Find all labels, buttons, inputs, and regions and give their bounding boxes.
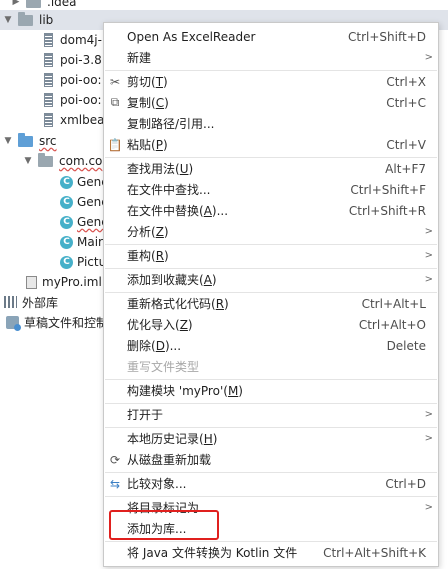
menu-item-cut[interactable]: ✂ 剪切(T) Ctrl+X bbox=[104, 71, 438, 92]
menu-item-compare-with[interactable]: ⇆ 比较对象... Ctrl+D bbox=[104, 473, 438, 494]
clipboard-icon: 📋 bbox=[107, 137, 123, 152]
jar-icon bbox=[44, 53, 53, 67]
menu-item-add-to-favorites[interactable]: 添加到收藏夹(A) > bbox=[104, 269, 438, 290]
class-icon: C bbox=[60, 215, 73, 229]
class-icon: C bbox=[60, 175, 73, 189]
chevron-right-icon: > bbox=[424, 274, 433, 285]
menu-item-new[interactable]: 新建 > bbox=[104, 47, 438, 68]
menu-item-copy[interactable]: ⧉ 复制(C) Ctrl+C bbox=[104, 92, 438, 113]
chevron-right-icon: > bbox=[424, 250, 433, 261]
highlight-box bbox=[109, 510, 219, 540]
scratches-icon bbox=[6, 315, 21, 331]
menu-item-override-file-type: 重写文件类型 bbox=[127, 360, 200, 374]
reload-icon: ⟳ bbox=[109, 452, 121, 467]
chevron-right-icon: > bbox=[424, 52, 433, 63]
menu-item-find-usages[interactable]: 查找用法(U) Alt+F7 bbox=[104, 158, 438, 179]
module-file-icon bbox=[26, 275, 37, 289]
compare-arrows-icon: ⇆ bbox=[109, 476, 121, 491]
menu-item-paste[interactable]: 📋 粘贴(P) Ctrl+V bbox=[104, 134, 438, 155]
menu-item-open-in[interactable]: 打开于 > bbox=[104, 404, 438, 425]
scissors-icon: ✂ bbox=[109, 74, 121, 89]
chevron-down-icon[interactable]: ▼ bbox=[2, 15, 14, 25]
context-menu: Open As ExcelReader Ctrl+Shift+D 新建 > ✂ … bbox=[103, 22, 439, 567]
libraries-icon bbox=[4, 296, 17, 308]
chevron-right-icon: > bbox=[424, 502, 433, 513]
jar-icon bbox=[44, 93, 53, 107]
source-folder-icon bbox=[18, 132, 33, 147]
menu-item-optimize-imports[interactable]: 优化导入(Z) Ctrl+Alt+O bbox=[104, 314, 438, 335]
class-icon: C bbox=[60, 255, 73, 269]
class-icon: C bbox=[60, 235, 73, 249]
menu-item-local-history[interactable]: 本地历史记录(H) > bbox=[104, 428, 438, 449]
menu-item-delete[interactable]: 删除(D)... Delete bbox=[104, 335, 438, 356]
jar-icon bbox=[44, 33, 53, 47]
jar-icon bbox=[44, 113, 53, 127]
menu-item-copy-path[interactable]: 复制路径/引用... bbox=[104, 113, 438, 134]
menu-item-replace-in-files[interactable]: 在文件中替换(A)... Ctrl+Shift+R bbox=[104, 200, 438, 221]
copy-icon: ⧉ bbox=[110, 95, 120, 109]
folder-icon bbox=[18, 11, 33, 26]
menu-item-build-module[interactable]: 构建模块 'myPro'(M) bbox=[104, 380, 438, 401]
chevron-right-icon: > bbox=[424, 433, 433, 444]
folder-icon bbox=[26, 0, 41, 8]
menu-item-refactor[interactable]: 重构(R) > bbox=[104, 245, 438, 266]
menu-item-open-as-excelreader[interactable]: Open As ExcelReader Ctrl+Shift+D bbox=[104, 26, 438, 47]
chevron-right-icon: > bbox=[424, 409, 433, 420]
chevron-down-icon[interactable]: ▼ bbox=[22, 156, 34, 166]
menu-item-reformat-code[interactable]: 重新格式化代码(R) Ctrl+Alt+L bbox=[104, 293, 438, 314]
menu-item-convert-to-kotlin[interactable]: 将 Java 文件转换为 Kotlin 文件 Ctrl+Alt+Shift+K bbox=[104, 542, 438, 563]
chevron-right-icon[interactable]: ▶ bbox=[10, 0, 22, 7]
chevron-right-icon: > bbox=[424, 226, 433, 237]
jar-icon bbox=[44, 73, 53, 87]
menu-item-find-in-files[interactable]: 在文件中查找... Ctrl+Shift+F bbox=[104, 179, 438, 200]
package-icon bbox=[38, 152, 53, 167]
menu-item-reload-from-disk[interactable]: ⟳ 从磁盘重新加载 bbox=[104, 449, 438, 470]
menu-item-analyze[interactable]: 分析(Z) > bbox=[104, 221, 438, 242]
class-icon: C bbox=[60, 195, 73, 209]
chevron-down-icon[interactable]: ▼ bbox=[2, 136, 14, 146]
